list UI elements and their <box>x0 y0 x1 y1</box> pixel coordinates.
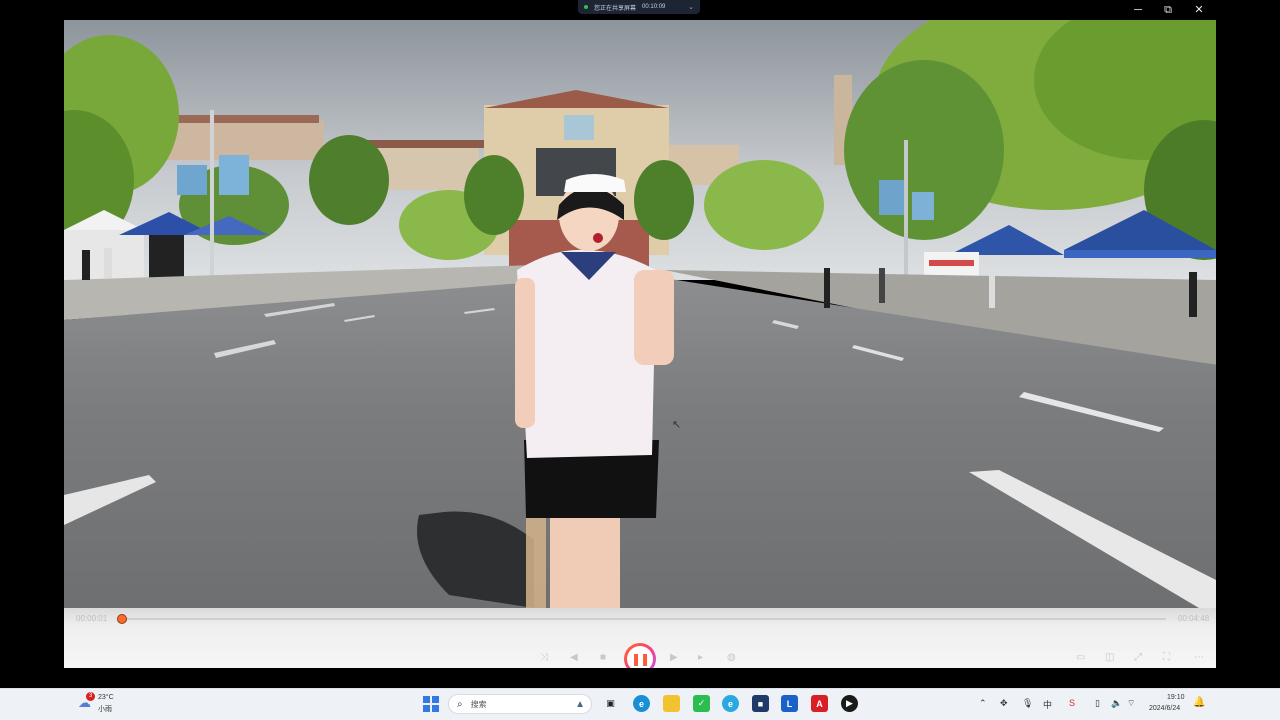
notification-icon[interactable]: 🔔 <box>1193 697 1205 708</box>
lenovo-icon[interactable]: L <box>781 695 798 712</box>
mountain-icon: ▲ <box>575 698 585 710</box>
security-icon[interactable]: S <box>1069 698 1075 708</box>
share-label: 您正在共享屏幕 <box>594 5 637 12</box>
screen-share-indicator[interactable]: 您正在共享屏幕 00:10:09 ⌄ <box>578 0 700 14</box>
video-frame[interactable]: ↖ <box>64 20 1216 608</box>
edge-icon[interactable]: e <box>633 695 650 712</box>
more-icon[interactable]: ⋯ <box>1194 652 1204 663</box>
file-explorer-icon[interactable] <box>663 695 680 712</box>
next-icon[interactable]: ▶ <box>670 652 678 663</box>
search-placeholder: 搜索 <box>470 699 487 709</box>
close-button[interactable]: ✕ <box>1190 3 1208 17</box>
pip-icon[interactable]: ⤢ <box>1134 652 1142 663</box>
clock-time[interactable]: 19:10 <box>1167 694 1185 701</box>
letterbox-band <box>0 668 1280 688</box>
tray-overflow-icon[interactable]: ⌃ <box>979 698 987 709</box>
total-time: 00:04:48 <box>1178 614 1210 623</box>
weather-condition[interactable]: 小雨 <box>98 704 112 714</box>
wechat-icon[interactable]: ✓ <box>693 695 710 712</box>
shuffle-icon[interactable]: ⤨ <box>540 652 548 663</box>
maximize-button[interactable]: ⧉ <box>1159 3 1177 17</box>
volume-tray-icon[interactable]: 🔈 <box>1111 698 1122 709</box>
previous-icon[interactable]: ◀ <box>570 652 578 663</box>
task-view-icon[interactable]: ▣ <box>602 695 619 712</box>
subtitle-icon[interactable]: ▭ <box>1076 652 1085 663</box>
screenshot-icon[interactable]: ◫ <box>1105 652 1114 663</box>
fullscreen-icon[interactable]: ⛶ <box>1163 652 1170 663</box>
microphone-icon[interactable]: 🎙 <box>1022 698 1033 709</box>
acrobat-icon[interactable]: A <box>811 695 828 712</box>
search-icon: ⌕ <box>457 698 463 710</box>
stop-icon[interactable]: ■ <box>600 652 606 663</box>
chevron-down-icon[interactable]: ⌄ <box>688 3 694 11</box>
progress-bar[interactable] <box>122 618 1166 620</box>
current-time: 00:00:01 <box>76 614 108 623</box>
volume-icon[interactable]: ◍ <box>727 652 736 663</box>
video-scene <box>64 20 1216 608</box>
mouse-cursor-icon: ↖ <box>672 419 682 431</box>
weather-badge: 3 <box>86 692 95 701</box>
progress-handle[interactable] <box>117 614 127 624</box>
minimize-button[interactable]: ─ <box>1129 3 1147 17</box>
start-button[interactable] <box>423 696 439 712</box>
store-icon[interactable]: ■ <box>752 695 769 712</box>
ie-icon[interactable]: e <box>722 695 739 712</box>
taskbar-search[interactable]: ⌕ 搜索 ▲ <box>448 694 592 714</box>
signal-icon <box>584 5 588 9</box>
clock-date[interactable]: 2024/6/24 <box>1149 705 1180 712</box>
wifi-icon[interactable]: ⌔ <box>1127 698 1135 709</box>
player-icon[interactable]: ▶ <box>841 695 858 712</box>
weather-temp[interactable]: 23°C <box>98 694 114 701</box>
move-icon[interactable]: ✥ <box>1000 698 1008 709</box>
share-elapsed: 00:10:09 <box>642 4 666 10</box>
end-icon[interactable]: ▸ <box>698 652 703 663</box>
battery-icon[interactable]: ▯ <box>1095 698 1100 709</box>
ime-icon[interactable]: 中 <box>1043 698 1052 711</box>
